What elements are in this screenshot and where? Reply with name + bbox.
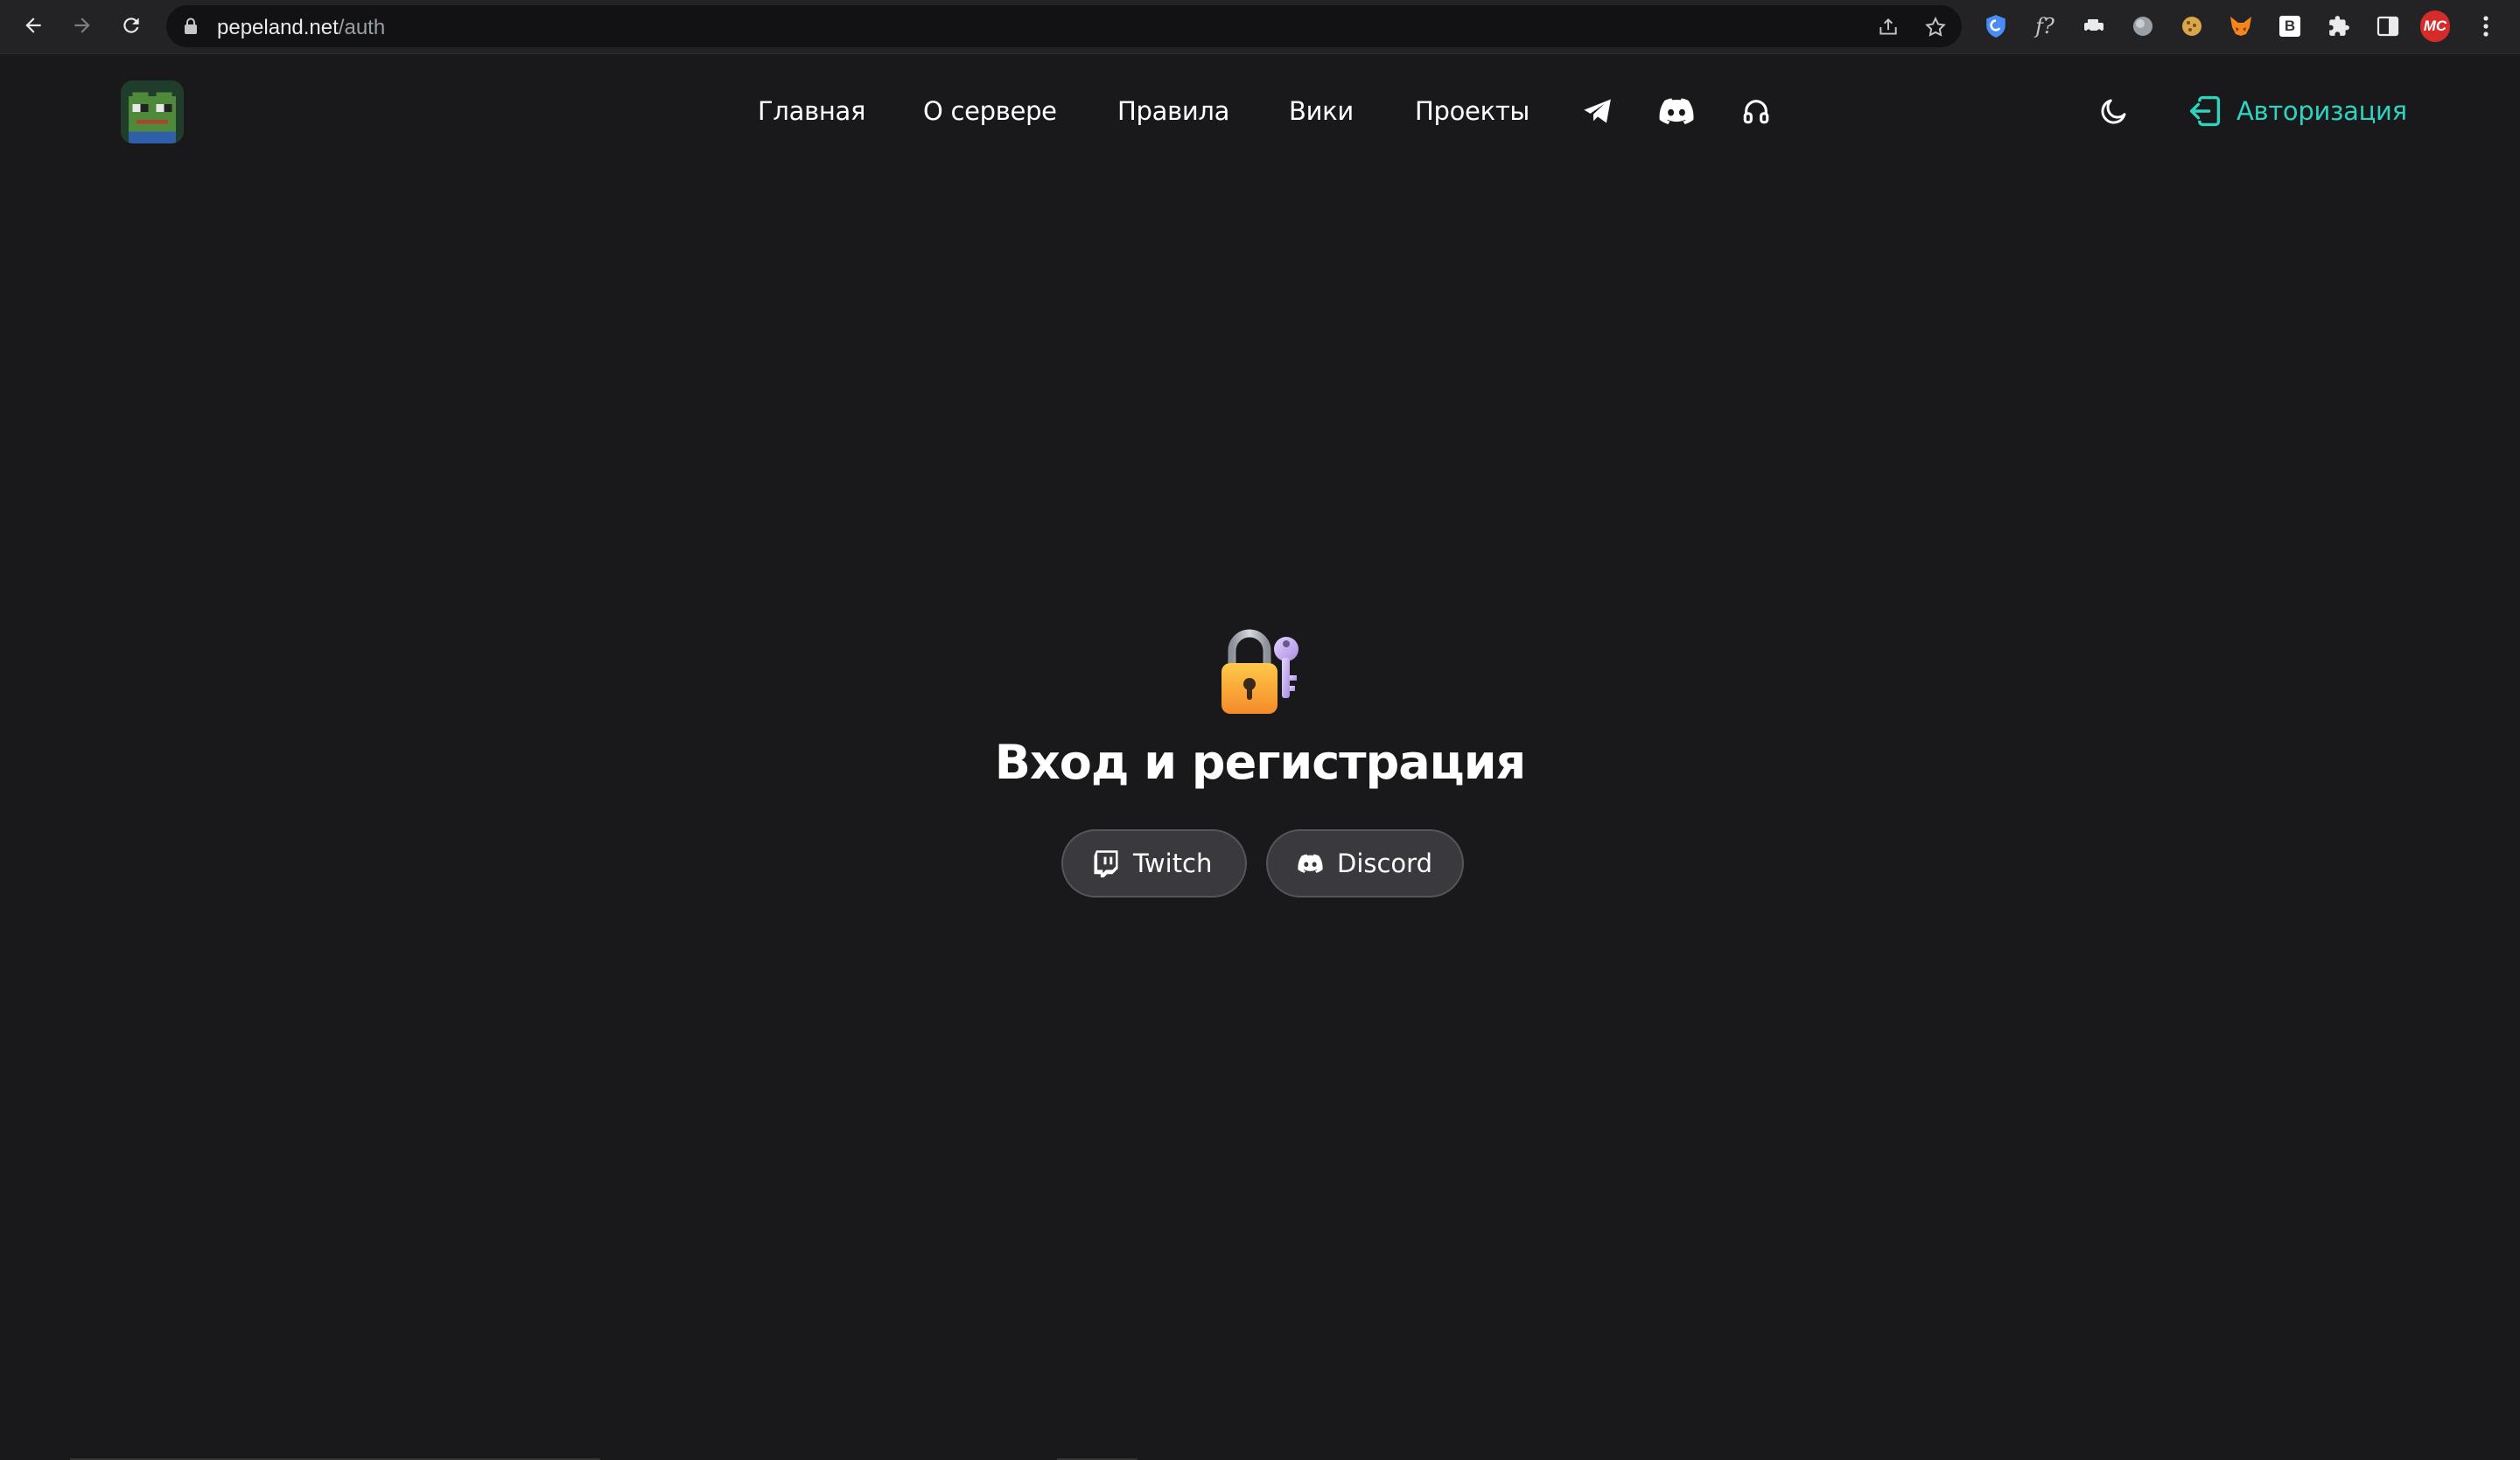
fox-extension-icon[interactable] xyxy=(2226,11,2256,41)
lock-icon xyxy=(185,17,197,34)
nav-projects[interactable]: Проекты xyxy=(1415,96,1530,126)
circle-extension-icon[interactable] xyxy=(2128,11,2158,41)
twitch-button-label: Twitch xyxy=(1133,849,1213,878)
pepe-logo[interactable] xyxy=(121,80,184,143)
lock-with-key-emoji xyxy=(1216,621,1304,717)
moon-icon[interactable] xyxy=(2094,91,2134,131)
browser-toolbar: pepeland.net/auth f? B MC xyxy=(0,0,2520,54)
url-text: pepeland.net/auth xyxy=(217,16,386,39)
discord-login-button[interactable]: Discord xyxy=(1266,829,1464,898)
twitch-icon xyxy=(1094,850,1118,877)
provider-buttons: Twitch Discord xyxy=(0,829,2520,898)
discord-button-label: Discord xyxy=(1336,849,1432,878)
nav-home[interactable]: Главная xyxy=(758,96,865,126)
reload-button[interactable] xyxy=(114,8,149,43)
share-icon[interactable] xyxy=(1874,13,1902,41)
headphones-icon[interactable] xyxy=(1736,91,1776,131)
b-extension-icon[interactable]: B xyxy=(2275,11,2305,41)
auth-link-label: Авторизация xyxy=(2236,96,2407,126)
profile-avatar[interactable]: MC xyxy=(2420,10,2450,42)
telegram-icon[interactable] xyxy=(1578,91,1618,131)
back-button[interactable] xyxy=(16,8,51,43)
site-header: Главная О сервере Правила Вики Проекты А… xyxy=(0,54,2520,168)
login-icon xyxy=(2189,95,2221,127)
nav-rules[interactable]: Правила xyxy=(1117,96,1229,126)
sidepanel-icon[interactable] xyxy=(2373,11,2403,41)
address-bar[interactable]: pepeland.net/auth xyxy=(166,5,1962,47)
forward-button[interactable] xyxy=(65,8,100,43)
formula-extension-icon[interactable]: f? xyxy=(2030,11,2060,41)
reload-icon xyxy=(123,17,139,33)
shield-extension-icon[interactable] xyxy=(1981,11,2011,41)
discord-icon xyxy=(1298,854,1323,873)
nav-wiki[interactable]: Вики xyxy=(1289,96,1354,126)
auth-title: Вход и регистрация xyxy=(994,735,1526,790)
arrow-right-icon xyxy=(74,17,90,33)
puzzle-extension-icon[interactable] xyxy=(2324,11,2354,41)
cookie-extension-icon[interactable] xyxy=(2177,11,2207,41)
arrow-left-icon xyxy=(25,17,41,33)
nav-about-server[interactable]: О сервере xyxy=(923,96,1057,126)
star-icon[interactable] xyxy=(1922,13,1950,41)
discord-icon[interactable] xyxy=(1656,91,1697,131)
kebab-menu-icon[interactable] xyxy=(2471,11,2501,41)
twitch-login-button[interactable]: Twitch xyxy=(1061,829,1247,898)
car-extension-icon[interactable] xyxy=(2079,11,2109,41)
auth-link[interactable]: Авторизация xyxy=(2188,89,2407,133)
